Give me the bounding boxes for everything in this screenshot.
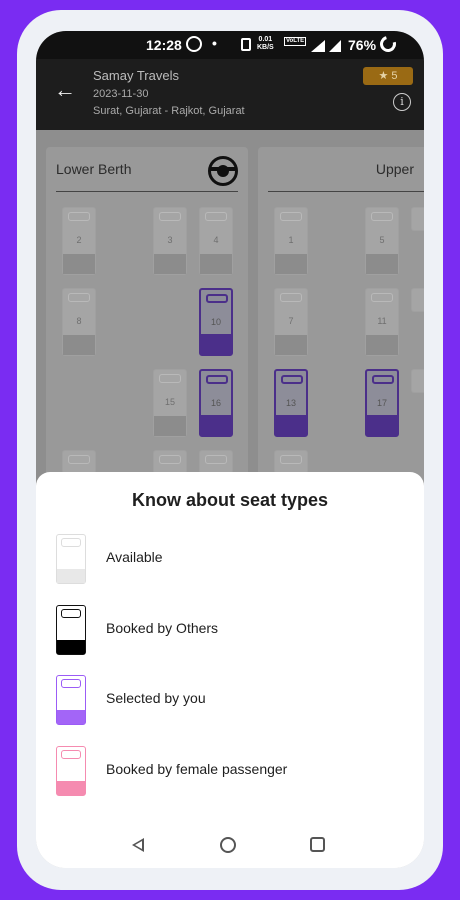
seat-selected[interactable]: 16 (199, 369, 233, 437)
info-icon[interactable]: i (393, 93, 411, 111)
seat[interactable]: 3 (153, 207, 187, 275)
seat-edge[interactable] (411, 369, 424, 393)
system-nav-bar (36, 826, 424, 868)
divider (56, 191, 238, 192)
notification-dot-icon: • (212, 35, 217, 51)
seat-edge[interactable] (411, 288, 424, 312)
nav-recents-icon[interactable] (310, 837, 325, 852)
seat-selected-icon (56, 675, 86, 725)
lower-berth-deck: Lower Berth 2 3 4 8 10 15 16 (46, 147, 248, 507)
seat[interactable]: 15 (153, 369, 187, 437)
vibrate-icon (241, 38, 251, 51)
network-speed: 0.01 KB/S (257, 36, 274, 51)
upper-berth-deck: Upper 1 5 7 11 13 17 (258, 147, 424, 507)
seat-female-icon (56, 746, 86, 796)
legend-label: Selected by you (106, 690, 206, 706)
travel-route: Surat, Gujarat - Rajkot, Gujarat (93, 105, 245, 117)
nav-home-icon[interactable] (220, 837, 236, 853)
whatsapp-icon (186, 36, 202, 52)
seat[interactable]: 4 (199, 207, 233, 275)
divider (268, 191, 424, 192)
seat[interactable]: 11 (365, 288, 399, 356)
sheet-heading: Know about seat types (131, 490, 329, 510)
status-time: 12:28 (146, 37, 182, 53)
travel-date: 2023-11-30 (93, 88, 149, 100)
signal-icon (311, 40, 325, 52)
battery-percent: 76% (348, 37, 377, 53)
legend-item-selected: Selected by you (56, 675, 406, 727)
legend-item-booked-others: Booked by Others (56, 605, 406, 657)
legend-label: Booked by Others (106, 620, 219, 636)
seat-selected[interactable]: 10 (199, 288, 233, 356)
seat[interactable]: 2 (62, 207, 96, 275)
legend-label: Available (106, 549, 163, 565)
steering-wheel-icon (208, 156, 238, 186)
seat-booked-icon (56, 605, 86, 655)
phone-screen: 12:28 • 0.01 KB/S VoLTE 76% ← Samay Trav… (36, 31, 424, 868)
seat-selected[interactable]: 17 (365, 369, 399, 437)
legend-item-available: Available (56, 534, 406, 586)
legend-label: Booked by female passenger (106, 761, 288, 777)
battery-ring-icon (377, 33, 399, 55)
seat-available-icon (56, 534, 86, 584)
seat[interactable] (274, 450, 308, 474)
operator-name: Samay Travels (93, 68, 179, 83)
status-bar: 12:28 • 0.01 KB/S VoLTE 76% (36, 31, 424, 59)
rating-badge[interactable]: ★ 5 (363, 67, 413, 85)
nav-back-icon[interactable] (132, 838, 144, 852)
deck-title: Lower Berth (56, 161, 132, 177)
seat[interactable] (62, 450, 96, 474)
seat-selected[interactable]: 13 (274, 369, 308, 437)
signal-icon-2 (329, 40, 341, 52)
seat[interactable]: 7 (274, 288, 308, 356)
seat[interactable] (153, 450, 187, 474)
seat[interactable]: 5 (365, 207, 399, 275)
legend-item-female: Booked by female passenger (56, 746, 406, 798)
seat-types-sheet: Know about seat types Available Booked b… (36, 472, 424, 868)
arrow-left-icon[interactable]: ← (54, 79, 76, 101)
seat[interactable]: 8 (62, 288, 96, 356)
seat[interactable] (199, 450, 233, 474)
seat[interactable]: 1 (274, 207, 308, 275)
deck-title: Upper (375, 161, 414, 177)
volte-icon: VoLTE (284, 37, 307, 46)
seat-edge[interactable] (411, 207, 424, 231)
trip-header: ← Samay Travels 2023-11-30 Surat, Gujara… (36, 59, 424, 130)
